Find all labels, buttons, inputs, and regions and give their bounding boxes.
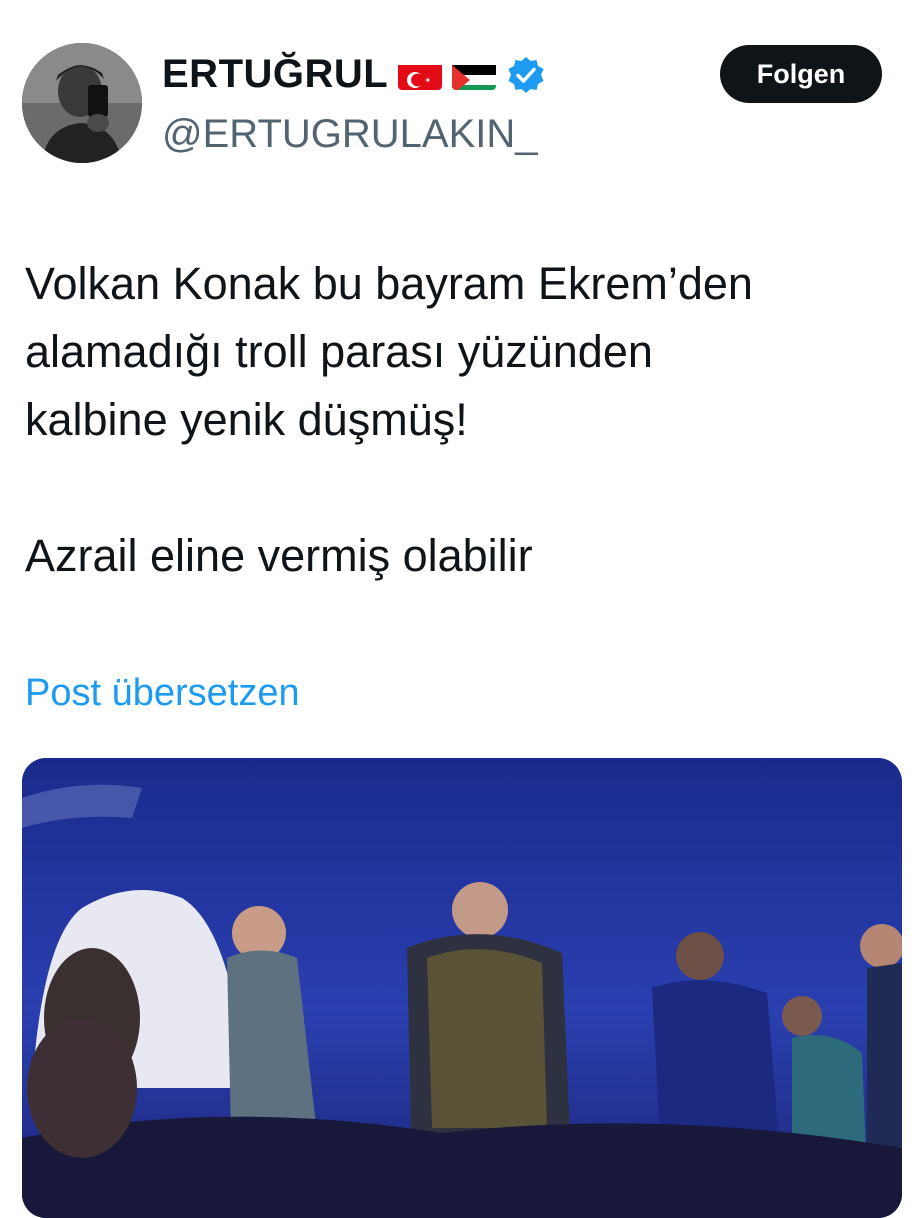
author-handle[interactable]: @ERTUGRULAKIN_ <box>162 112 538 157</box>
tweet-media-video[interactable] <box>22 758 902 1218</box>
tweet-text-line: kalbine yenik düşmüş! <box>25 394 468 445</box>
palestine-flag-icon <box>452 60 497 90</box>
tweet-text-line: alamadığı troll parası yüzünden <box>25 326 653 377</box>
translate-post-link[interactable]: Post übersetzen <box>25 672 300 715</box>
follow-button[interactable]: Folgen <box>720 45 882 103</box>
avatar-photo <box>22 43 142 163</box>
author-avatar[interactable] <box>22 43 142 163</box>
tweet-text-line: Azrail eline vermiş olabilir <box>25 530 533 581</box>
author-display-name-row[interactable]: ERTUĞRUL <box>162 52 546 97</box>
turkey-flag-icon <box>398 60 443 90</box>
video-thumbnail <box>22 758 902 1218</box>
verified-badge-icon <box>506 55 546 95</box>
tweet-text-line: Volkan Konak bu bayram Ekrem’den <box>25 258 753 309</box>
author-display-name[interactable]: ERTUĞRUL <box>162 52 388 97</box>
tweet-text: Volkan Konak bu bayram Ekrem’den alamadı… <box>25 250 895 590</box>
